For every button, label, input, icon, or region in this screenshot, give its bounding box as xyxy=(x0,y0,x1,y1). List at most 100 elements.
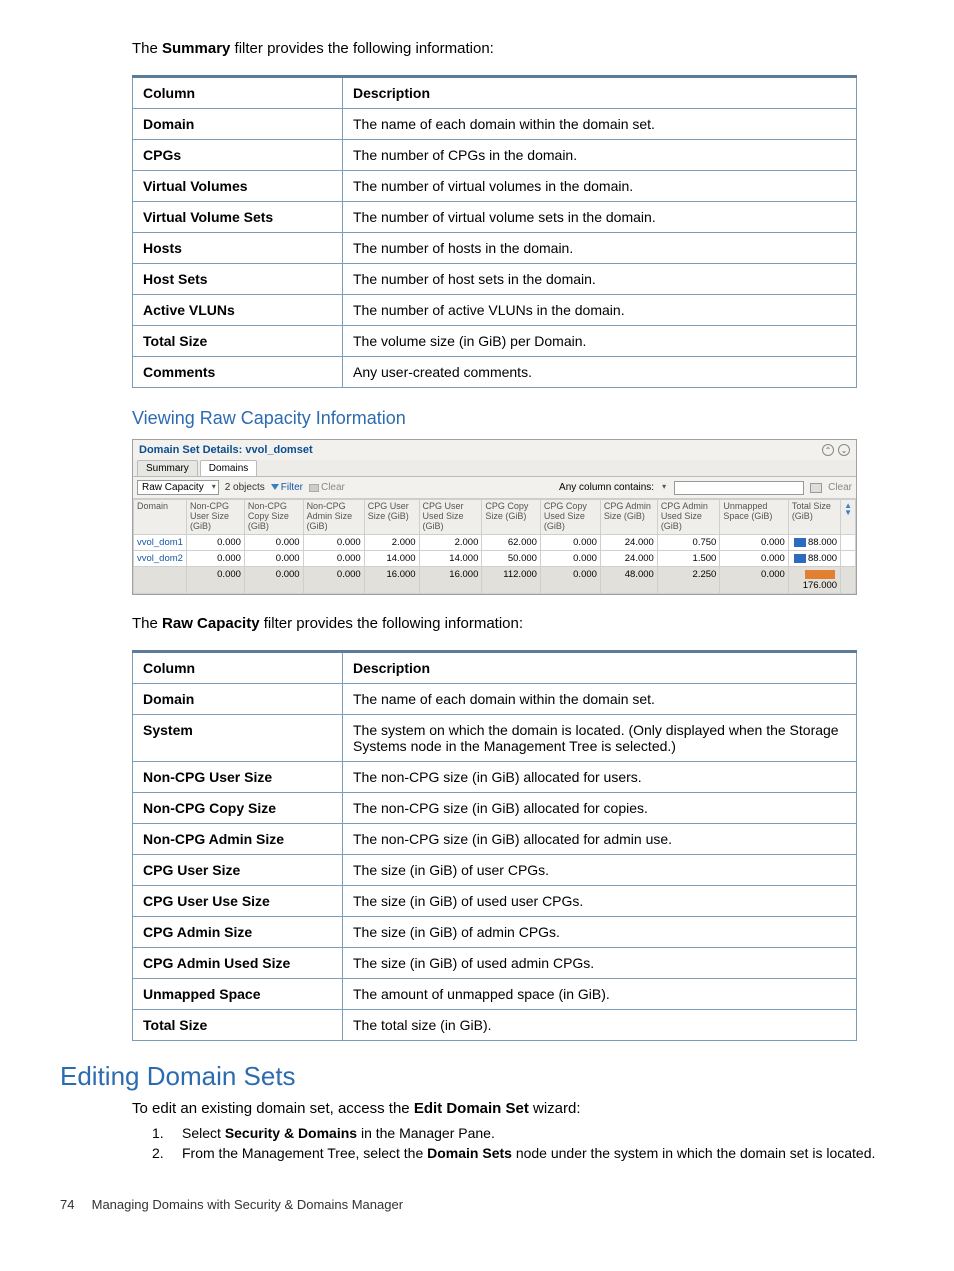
cell: 0.000 xyxy=(244,550,303,566)
cell: 0.000 xyxy=(540,550,600,566)
cell: 16.000 xyxy=(419,566,482,593)
cell: Virtual Volume Sets xyxy=(133,202,343,233)
cell: System xyxy=(133,714,343,761)
text-bold: Domain Sets xyxy=(427,1145,512,1161)
text: Clear xyxy=(321,482,345,493)
domain-link[interactable]: vvol_dom1 xyxy=(134,534,187,550)
col-cpg-copy-used[interactable]: CPG Copy Used Size (GiB) xyxy=(540,500,600,535)
cell: 48.000 xyxy=(600,566,657,593)
page-number: 74 xyxy=(60,1197,88,1212)
heading-editing-domain-sets: Editing Domain Sets xyxy=(60,1061,894,1092)
cell: Non-CPG User Size xyxy=(133,761,343,792)
cell: The number of virtual volumes in the dom… xyxy=(343,171,857,202)
summary-intro: The Summary filter provides the followin… xyxy=(132,40,894,57)
cell: 0.000 xyxy=(186,566,244,593)
th-column: Column xyxy=(133,77,343,109)
brush-icon xyxy=(309,484,319,492)
cell: 62.000 xyxy=(482,534,541,550)
clear-link[interactable]: Clear xyxy=(309,482,345,493)
collapse-icon[interactable]: ⌃ xyxy=(822,444,834,456)
cell: The non-CPG size (in GiB) allocated for … xyxy=(343,823,857,854)
cell: 0.750 xyxy=(657,534,720,550)
cell: Host Sets xyxy=(133,264,343,295)
col-noncpg-admin[interactable]: Non-CPG Admin Size (GiB) xyxy=(303,500,364,535)
cell: CPGs xyxy=(133,140,343,171)
cell: 24.000 xyxy=(600,534,657,550)
col-cpg-admin-used[interactable]: CPG Admin Used Size (GiB) xyxy=(657,500,720,535)
th-description: Description xyxy=(343,77,857,109)
col-unmapped[interactable]: Unmapped Space (GiB) xyxy=(720,500,788,535)
cell: Unmapped Space xyxy=(133,978,343,1009)
bar-icon xyxy=(794,554,806,563)
cell: 14.000 xyxy=(364,550,419,566)
cell: The non-CPG size (in GiB) allocated for … xyxy=(343,761,857,792)
data-grid: Domain Non-CPG User Size (GiB) Non-CPG C… xyxy=(133,499,856,594)
col-cpg-copy[interactable]: CPG Copy Size (GiB) xyxy=(482,500,541,535)
cell: The size (in GiB) of used admin CPGs. xyxy=(343,947,857,978)
cell: 0.000 xyxy=(303,534,364,550)
col-noncpg-copy[interactable]: Non-CPG Copy Size (GiB) xyxy=(244,500,303,535)
cell: 50.000 xyxy=(482,550,541,566)
cell: 0.000 xyxy=(720,550,788,566)
expand-icon[interactable]: ⌄ xyxy=(838,444,850,456)
text: Filter xyxy=(281,482,303,493)
cell: Total Size xyxy=(133,326,343,357)
cell: 2.000 xyxy=(419,534,482,550)
col-cpg-user[interactable]: CPG User Size (GiB) xyxy=(364,500,419,535)
cell-value: 176.000 xyxy=(803,580,837,591)
text: To edit an existing domain set, access t… xyxy=(132,1100,414,1117)
col-sort[interactable]: ▲▼ xyxy=(841,500,856,535)
text: The xyxy=(132,615,162,632)
panel-tabs: Summary Domains xyxy=(133,460,856,477)
cell: The name of each domain within the domai… xyxy=(343,109,857,140)
cell-empty xyxy=(841,566,856,593)
raw-capacity-table: Column Description DomainThe name of eac… xyxy=(132,650,857,1041)
print-icon[interactable] xyxy=(810,483,822,493)
domain-link[interactable]: vvol_dom2 xyxy=(134,550,187,566)
cell: CPG Admin Size xyxy=(133,916,343,947)
any-column-dropdown[interactable]: Any column contains: xyxy=(555,481,668,494)
text: filter provides the following informatio… xyxy=(230,40,493,57)
text: The xyxy=(132,40,162,57)
cell: 0.000 xyxy=(186,550,244,566)
filter-link[interactable]: Filter xyxy=(271,482,303,493)
cell: CPG User Size xyxy=(133,854,343,885)
text-bold: Raw Capacity xyxy=(162,615,260,632)
cell: Virtual Volumes xyxy=(133,171,343,202)
cell: 0.000 xyxy=(720,534,788,550)
col-noncpg-user[interactable]: Non-CPG User Size (GiB) xyxy=(186,500,244,535)
cell: The name of each domain within the domai… xyxy=(343,683,857,714)
cell: Any user-created comments. xyxy=(343,357,857,388)
cell-value: 88.000 xyxy=(808,537,837,548)
text-bold: Edit Domain Set xyxy=(414,1100,529,1117)
bar-icon xyxy=(794,538,806,547)
text: From the Management Tree, select the xyxy=(182,1145,427,1161)
cell-total: 88.000 xyxy=(788,534,840,550)
step-number: 1. xyxy=(152,1125,182,1141)
cell: Hosts xyxy=(133,233,343,264)
cell: 112.000 xyxy=(482,566,541,593)
col-total[interactable]: Total Size (GiB) xyxy=(788,500,840,535)
panel-figure: Domain Set Details: vvol_domset ⌃ ⌄ Summ… xyxy=(132,439,894,595)
grid-total-row: 0.000 0.000 0.000 16.000 16.000 112.000 … xyxy=(134,566,856,593)
cell: CPG Admin Used Size xyxy=(133,947,343,978)
filter-dropdown[interactable]: Raw Capacity xyxy=(137,480,219,495)
bar-icon xyxy=(805,570,835,579)
search-input[interactable] xyxy=(674,481,804,495)
col-domain[interactable]: Domain xyxy=(134,500,187,535)
tab-summary[interactable]: Summary xyxy=(137,460,198,476)
table-row[interactable]: vvol_dom1 0.000 0.000 0.000 2.000 2.000 … xyxy=(134,534,856,550)
cell: Domain xyxy=(133,683,343,714)
step-text: Select Security & Domains in the Manager… xyxy=(182,1125,894,1141)
th-description: Description xyxy=(343,651,857,683)
raw-intro: The Raw Capacity filter provides the fol… xyxy=(132,615,894,632)
sort-arrows-icon: ▲▼ xyxy=(844,502,852,516)
col-cpg-user-used[interactable]: CPG User Used Size (GiB) xyxy=(419,500,482,535)
table-row[interactable]: vvol_dom2 0.000 0.000 0.000 14.000 14.00… xyxy=(134,550,856,566)
col-cpg-admin[interactable]: CPG Admin Size (GiB) xyxy=(600,500,657,535)
tab-domains[interactable]: Domains xyxy=(200,460,257,476)
clear-link-2[interactable]: Clear xyxy=(828,482,852,493)
cell: 0.000 xyxy=(186,534,244,550)
cell: The number of active VLUNs in the domain… xyxy=(343,295,857,326)
cell: 0.000 xyxy=(244,534,303,550)
